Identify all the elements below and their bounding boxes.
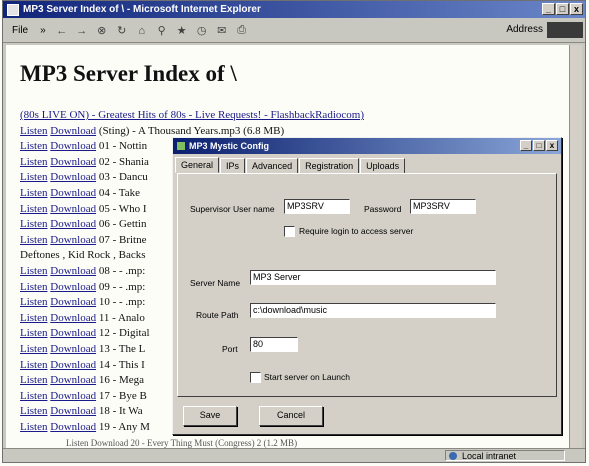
home-icon[interactable]: ⌂ [135, 24, 149, 38]
mail-icon[interactable]: ✉ [215, 24, 229, 38]
browser-window-controls: _ □ x [542, 3, 583, 15]
stop-icon[interactable]: ⊗ [95, 24, 109, 38]
tab-uploads[interactable]: Uploads [360, 158, 406, 174]
listen-link[interactable]: Listen [20, 171, 48, 183]
address-label: Address [506, 24, 543, 35]
maximize-button[interactable]: □ [556, 3, 569, 15]
browser-title: MP3 Server Index of \ - Microsoft Intern… [23, 4, 261, 15]
listen-link[interactable]: Listen [20, 390, 48, 402]
port-label: Port [222, 344, 238, 354]
password-label: Password [364, 204, 402, 214]
browser-titlebar: MP3 Server Index of \ - Microsoft Intern… [3, 1, 585, 18]
download-link[interactable]: Download [50, 343, 96, 355]
browser-toolbar: File » ← → ⊗ ↻ ⌂ ⚲ ★ ◷ ✉ ⎙ Address [3, 19, 585, 43]
minimize-button[interactable]: _ [520, 140, 532, 151]
listen-link[interactable]: Listen [20, 265, 48, 277]
server-name-field[interactable]: MP3 Server [250, 270, 496, 285]
listen-link[interactable]: Listen [20, 203, 48, 215]
bottom-fragment: Listen Download 20 - Every Thing Must (C… [66, 438, 298, 448]
download-link[interactable]: Download [50, 312, 96, 324]
listen-link[interactable]: Listen [20, 156, 48, 168]
password-field[interactable]: MP3SRV [410, 199, 476, 214]
start-on-launch-checkbox[interactable] [250, 372, 261, 383]
listen-link[interactable]: Listen [20, 343, 48, 355]
menu-file[interactable]: File [9, 24, 31, 37]
close-button[interactable]: x [546, 140, 558, 151]
save-button[interactable]: Save [183, 406, 237, 426]
tab-registration[interactable]: Registration [299, 158, 360, 174]
download-link[interactable]: Download [50, 234, 96, 246]
history-icon[interactable]: ◷ [195, 24, 209, 38]
server-name-label: Server Name [190, 278, 241, 288]
cancel-button[interactable]: Cancel [259, 406, 323, 426]
download-link[interactable]: Download [50, 265, 96, 277]
download-link[interactable]: Download [50, 171, 96, 183]
vertical-scrollbar[interactable] [569, 45, 582, 450]
listen-link[interactable]: Listen [20, 234, 48, 246]
download-link[interactable]: Download [50, 390, 96, 402]
require-login-checkbox[interactable] [284, 226, 295, 237]
listen-link[interactable]: Listen [20, 312, 48, 324]
listen-link[interactable]: Listen [20, 374, 48, 386]
back-icon[interactable]: ← [55, 24, 69, 38]
status-bar: Local intranet [3, 448, 585, 462]
menu-more[interactable]: » [37, 24, 49, 37]
download-link[interactable]: Download [50, 421, 96, 433]
search-icon[interactable]: ⚲ [155, 24, 169, 38]
tab-general[interactable]: General [175, 157, 220, 173]
listen-link[interactable]: Listen [20, 218, 48, 230]
config-dialog: MP3 Mystic Config _ □ x General IPs Adva… [172, 137, 562, 435]
download-link[interactable]: Download [50, 187, 96, 199]
route-path-label: Route Path [196, 310, 239, 320]
radio-link[interactable]: (80s LIVE ON) - Greatest Hits of 80s - L… [20, 109, 364, 121]
download-link[interactable]: Download [50, 218, 96, 230]
port-field[interactable]: 80 [250, 337, 298, 352]
print-icon[interactable]: ⎙ [235, 24, 249, 38]
supervisor-field[interactable]: MP3SRV [284, 199, 350, 214]
tab-ips[interactable]: IPs [220, 158, 246, 174]
zone-label: Local intranet [462, 451, 517, 461]
favorites-icon[interactable]: ★ [175, 24, 189, 38]
listen-link[interactable]: Listen [20, 281, 48, 293]
download-link[interactable]: Download [50, 359, 96, 371]
require-login-label: Require login to access server [299, 226, 414, 236]
listen-link[interactable]: Listen [20, 140, 48, 152]
app-icon [177, 142, 185, 150]
download-link[interactable]: Download [50, 405, 96, 417]
ie-logo-icon [7, 3, 19, 16]
security-zone: Local intranet [445, 450, 565, 461]
close-button[interactable]: x [570, 3, 583, 15]
page-title: MP3 Server Index of \ [20, 61, 237, 86]
address-bar[interactable] [547, 22, 583, 38]
start-on-launch-label: Start server on Launch [264, 372, 350, 382]
dialog-title: MP3 Mystic Config [189, 141, 270, 151]
download-link[interactable]: Download [50, 374, 96, 386]
forward-icon[interactable]: → [75, 24, 89, 38]
globe-icon [449, 452, 457, 460]
listen-link[interactable]: Listen [20, 405, 48, 417]
download-link[interactable]: Download [50, 156, 96, 168]
tab-strip: General IPs Advanced Registration Upload… [175, 157, 406, 174]
download-link[interactable]: Download [50, 296, 96, 308]
minimize-button[interactable]: _ [542, 3, 555, 15]
listen-link[interactable]: Listen [20, 125, 48, 137]
maximize-button[interactable]: □ [533, 140, 545, 151]
download-link[interactable]: Download [50, 327, 96, 339]
download-link[interactable]: Download [50, 203, 96, 215]
listen-link[interactable]: Listen [20, 359, 48, 371]
listen-link[interactable]: Listen [20, 421, 48, 433]
dialog-titlebar: MP3 Mystic Config _ □ x [173, 138, 561, 154]
route-path-field[interactable]: c:\download\music [250, 303, 496, 318]
download-link[interactable]: Download [50, 125, 96, 137]
listen-link[interactable]: Listen [20, 296, 48, 308]
general-panel: Supervisor User name MP3SRV Password MP3… [177, 173, 557, 397]
listen-link[interactable]: Listen [20, 187, 48, 199]
refresh-icon[interactable]: ↻ [115, 24, 129, 38]
supervisor-label: Supervisor User name [190, 204, 275, 214]
dialog-window-controls: _ □ x [520, 140, 558, 151]
tab-advanced[interactable]: Advanced [246, 158, 299, 174]
download-link[interactable]: Download [50, 281, 96, 293]
listen-link[interactable]: Listen [20, 327, 48, 339]
download-link[interactable]: Download [50, 140, 96, 152]
